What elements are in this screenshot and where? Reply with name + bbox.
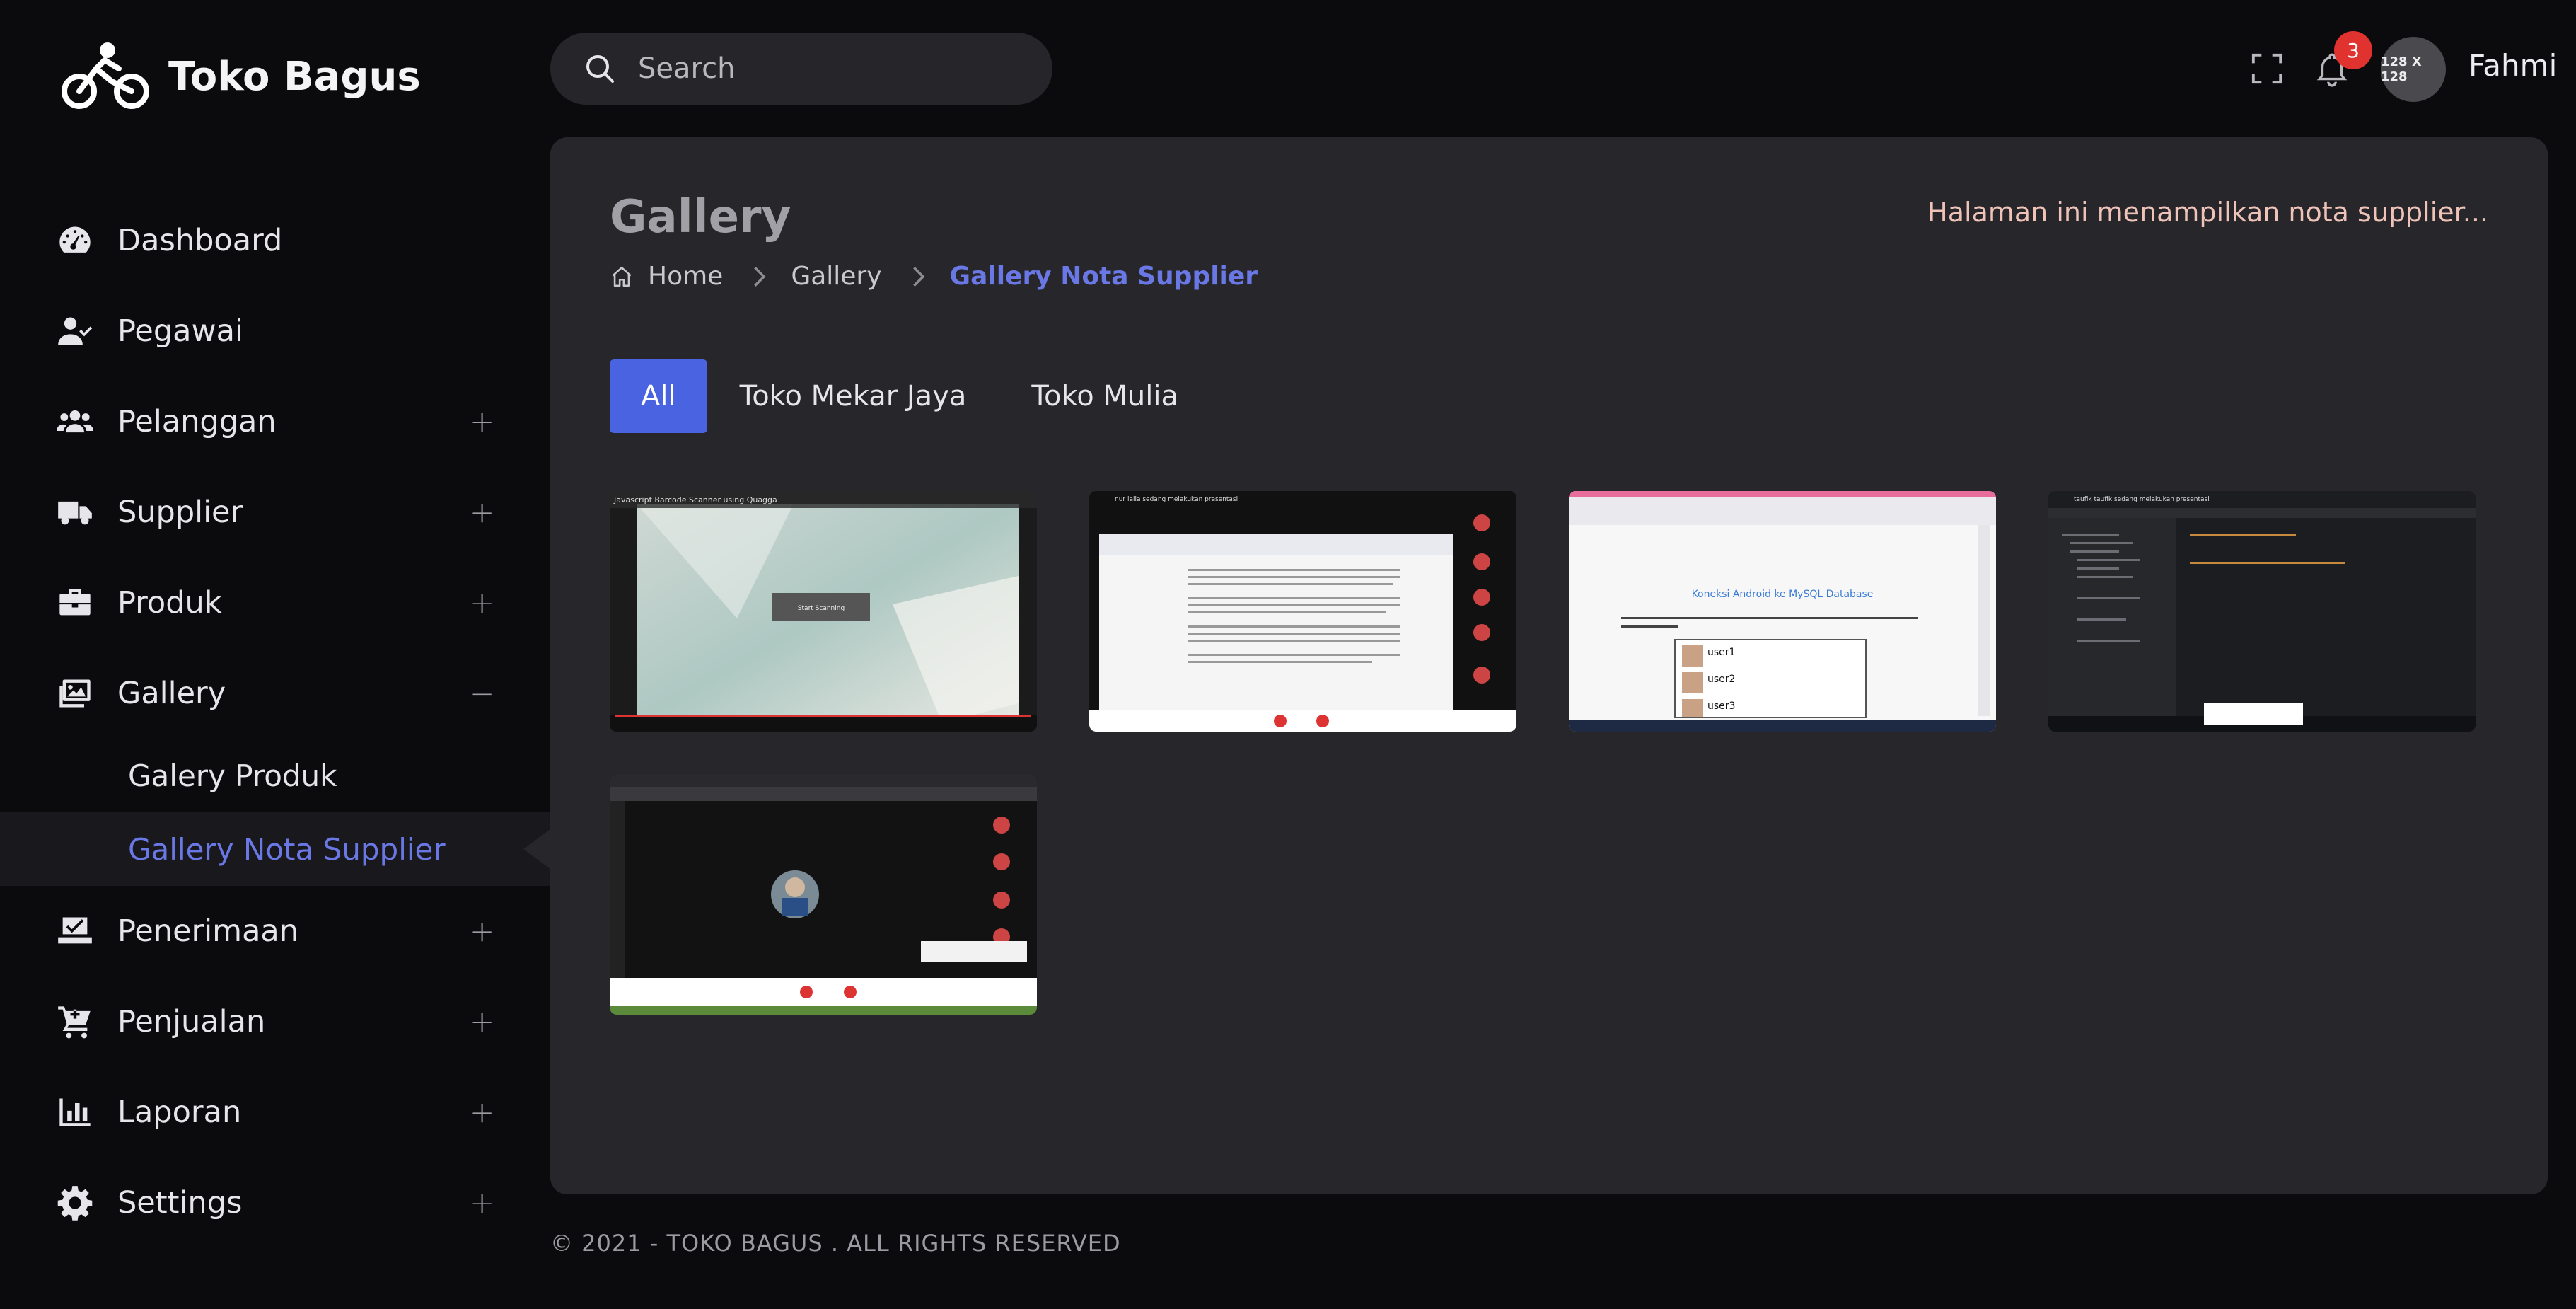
sidebar-menu: Dashboard Pegawai Pelanggan + Supplier +	[0, 195, 550, 1248]
sidebar-item-pelanggan[interactable]: Pelanggan +	[0, 376, 550, 467]
sidebar: Toko Bagus Dashboard Pegawai Pelanggan +	[0, 0, 550, 1309]
expand-icon[interactable]: +	[470, 586, 494, 621]
expand-icon[interactable]: +	[470, 405, 494, 439]
sidebar-item-label: Gallery	[117, 676, 226, 711]
home-icon	[612, 266, 632, 287]
brand-name: Toko Bagus	[168, 53, 421, 100]
sidebar-item-label: Dashboard	[117, 223, 283, 258]
thumbnail-caption: taufik taufik sedang melakukan presentas…	[2074, 496, 2210, 503]
sidebar-item-label: Produk	[117, 585, 222, 621]
thumbnail-item: user2	[1707, 674, 1735, 685]
users-icon	[57, 401, 98, 442]
search-icon	[586, 55, 614, 83]
gallery-thumbnail[interactable]: taufik taufik sedang melakukan presentas…	[2048, 491, 2476, 732]
breadcrumb-gallery[interactable]: Gallery	[791, 262, 881, 291]
briefcase-icon	[57, 582, 98, 623]
sidebar-item-label: Laporan	[117, 1095, 242, 1130]
expand-icon[interactable]: +	[470, 1005, 494, 1039]
fullscreen-icon[interactable]	[2251, 52, 2283, 85]
chevron-right-icon	[754, 266, 766, 287]
sidebar-subitem-galery-produk[interactable]: Galery Produk	[0, 739, 550, 812]
sidebar-item-label: Settings	[117, 1185, 243, 1221]
sidebar-item-laporan[interactable]: Laporan +	[0, 1067, 550, 1158]
sidebar-item-label: Supplier	[117, 495, 243, 530]
bicycle-logo-icon	[62, 42, 149, 109]
filter-all[interactable]: All	[610, 359, 707, 433]
sidebar-item-dashboard[interactable]: Dashboard	[0, 195, 550, 286]
breadcrumb-current: Gallery Nota Supplier	[949, 262, 1258, 291]
thumbnail-item: user1	[1707, 647, 1735, 658]
sidebar-item-label: Pegawai	[117, 313, 243, 349]
chevron-right-icon	[912, 266, 925, 287]
sidebar-item-gallery[interactable]: Gallery −	[0, 648, 550, 739]
sidebar-item-produk[interactable]: Produk +	[0, 558, 550, 648]
cart-icon	[57, 1001, 98, 1042]
sidebar-item-settings[interactable]: Settings +	[0, 1158, 550, 1248]
truck-icon	[57, 492, 98, 533]
gear-icon	[57, 1182, 98, 1223]
filter-toko-mulia[interactable]: Toko Mulia	[999, 359, 1211, 433]
sidebar-item-label: Penjualan	[117, 1004, 266, 1039]
receive-icon	[57, 911, 98, 952]
images-icon	[57, 673, 98, 714]
breadcrumb-home[interactable]: Home	[648, 262, 723, 291]
gallery-thumbnail[interactable]: nur laila sedang melakukan presentasi	[1089, 491, 1516, 732]
footer-copyright: © 2021 - TOKO BAGUS . ALL RIGHTS RESERVE…	[550, 1230, 1121, 1257]
collapse-icon[interactable]: −	[470, 676, 494, 711]
gallery-thumbnail[interactable]: Javascript Barcode Scanner using Quagga …	[610, 491, 1037, 732]
thumbnail-button: Start Scanning	[798, 605, 845, 612]
sidebar-item-supplier[interactable]: Supplier +	[0, 467, 550, 558]
page-title: Gallery	[610, 191, 791, 243]
filter-toko-mekar-jaya[interactable]: Toko Mekar Jaya	[707, 359, 999, 433]
brand[interactable]: Toko Bagus	[62, 34, 421, 119]
avatar[interactable]: 128 X 128	[2381, 37, 2446, 102]
thumbnail-caption: Koneksi Android ke MySQL Database	[1692, 589, 1874, 600]
user-check-icon	[57, 311, 98, 352]
username[interactable]: Fahmi	[2468, 48, 2557, 83]
gallery-thumbnail[interactable]: Koneksi Android ke MySQL Database user1 …	[1569, 491, 1996, 732]
gallery-thumbnail[interactable]	[610, 774, 1037, 1015]
speedometer-icon	[57, 220, 98, 261]
thumbnail-caption: Javascript Barcode Scanner using Quagga	[613, 495, 777, 504]
sidebar-item-penjualan[interactable]: Penjualan +	[0, 976, 550, 1067]
sidebar-subitem-gallery-nota-supplier[interactable]: Gallery Nota Supplier	[0, 812, 550, 886]
gallery-filters: All Toko Mekar Jaya Toko Mulia	[610, 359, 1211, 433]
bar-chart-icon	[57, 1092, 98, 1133]
notification-badge: 3	[2334, 31, 2372, 69]
expand-icon[interactable]: +	[470, 495, 494, 530]
sidebar-item-label: Penerimaan	[117, 913, 299, 949]
breadcrumb: Home Gallery Gallery Nota Supplier	[610, 262, 1258, 291]
expand-icon[interactable]: +	[470, 1095, 494, 1130]
sidebar-item-pegawai[interactable]: Pegawai	[0, 286, 550, 376]
thumbnail-item: user3	[1707, 700, 1735, 712]
page-description: Halaman ini menampilkan nota supplier...	[1927, 197, 2488, 228]
thumbnail-caption: nur laila sedang melakukan presentasi	[1115, 496, 1238, 503]
search-input[interactable]	[638, 52, 1006, 85]
sidebar-item-label: Pelanggan	[117, 404, 277, 439]
sidebar-item-penerimaan[interactable]: Penerimaan +	[0, 886, 550, 976]
expand-icon[interactable]: +	[470, 1186, 494, 1221]
content-card: Gallery Halaman ini menampilkan nota sup…	[550, 137, 2548, 1194]
search-bar	[550, 33, 1052, 105]
expand-icon[interactable]: +	[470, 914, 494, 949]
